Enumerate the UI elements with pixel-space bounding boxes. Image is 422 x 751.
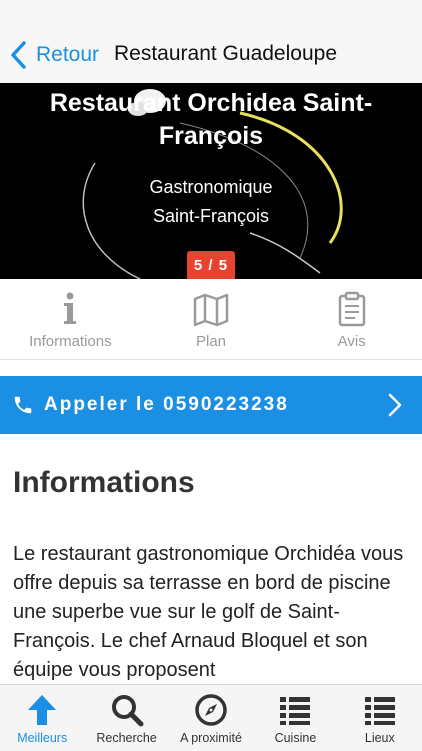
- chevron-left-icon: [11, 41, 26, 69]
- clipboard-icon: [338, 291, 365, 327]
- phone-icon: [14, 396, 32, 414]
- compass-icon: [195, 694, 227, 726]
- tabbar-item-a-proximite[interactable]: A proximité: [169, 685, 253, 751]
- search-icon: [111, 695, 144, 727]
- chevron-right-icon: [388, 393, 402, 417]
- rating-badge: 5 / 5: [187, 251, 235, 279]
- tabbar-item-lieux[interactable]: Lieux: [338, 685, 422, 751]
- tab-avis-label: Avis: [337, 333, 366, 350]
- section-title: Informations: [13, 466, 195, 499]
- detail-tabs: Informations Plan Avis: [0, 279, 422, 360]
- restaurant-subtitle: Gastronomique Saint-François: [60, 173, 362, 231]
- tab-plan[interactable]: Plan: [141, 279, 282, 359]
- restaurant-location: Saint-François: [152, 206, 270, 226]
- tabbar-item-cuisine[interactable]: Cuisine: [253, 685, 337, 751]
- tab-plan-label: Plan: [195, 333, 227, 350]
- tabbar-label-recherche: Recherche: [96, 731, 157, 745]
- tabbar-label-a-proximite: A proximité: [180, 731, 242, 745]
- restaurant-name: Restaurant Orchidea Saint-François: [49, 89, 373, 150]
- section-body-text: Le restaurant gastronomique Orchidéa vou…: [13, 543, 404, 681]
- bottom-tab-bar: Meilleurs Recherche A proximité Cuisine: [0, 684, 422, 751]
- tabbar-label-meilleurs: Meilleurs: [17, 731, 68, 745]
- tabbar-label-lieux: Lieux: [364, 731, 395, 745]
- info-icon: [64, 292, 77, 324]
- back-button[interactable]: Retour: [10, 38, 99, 72]
- call-button[interactable]: Appeler le 0590223238: [0, 376, 422, 434]
- list-icon: [364, 697, 395, 725]
- map-icon: [193, 293, 229, 327]
- hero-banner[interactable]: Restaurant Orchidea Saint-François Gastr…: [0, 83, 422, 279]
- tabbar-label-cuisine: Cuisine: [274, 731, 317, 745]
- tabbar-item-meilleurs[interactable]: Meilleurs: [0, 685, 84, 751]
- tab-informations[interactable]: Informations: [0, 279, 141, 359]
- tabbar-item-recherche[interactable]: Recherche: [84, 685, 168, 751]
- page-title: Restaurant Guadeloupe: [114, 42, 337, 65]
- call-label: Appeler le 0590223238: [44, 394, 289, 415]
- restaurant-category: Gastronomique: [149, 177, 273, 197]
- tab-avis[interactable]: Avis: [281, 279, 422, 359]
- arrow-up-icon: [28, 695, 57, 725]
- back-label: Retour: [36, 43, 100, 66]
- list-icon: [280, 697, 311, 725]
- tab-informations-label: Informations: [29, 333, 112, 350]
- navigation-bar: Retour Restaurant Guadeloupe: [0, 0, 422, 83]
